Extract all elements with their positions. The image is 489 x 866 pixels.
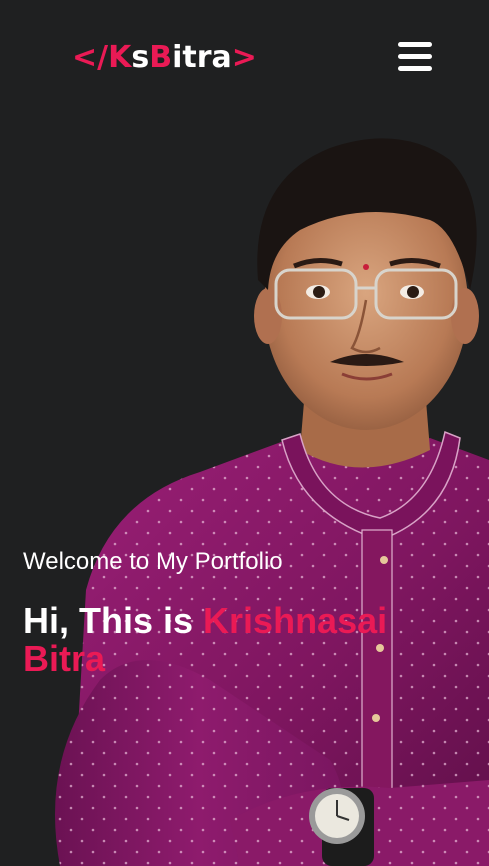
welcome-text: Welcome to My Portfolio [23,548,283,575]
hamburger-menu-icon[interactable] [398,42,434,72]
menu-bar-top [398,42,432,47]
logo-open-bracket: </ [72,40,109,75]
site-header: </KsBitra> [0,0,489,116]
hero-section: Welcome to My Portfolio Hi, This is Kris… [23,546,463,678]
logo-letter-k: K [108,40,132,75]
menu-bar-middle [398,54,432,59]
profile-photo [55,138,489,866]
logo-close-bracket: > [231,40,257,75]
logo-letter-b: B [149,40,173,75]
logo-letter-s: s [131,40,150,75]
greeting-text: Hi, This is [23,600,204,641]
hero-headline: Hi, This is Krishnasai Bitra [23,602,463,678]
logo-rest: itra [172,40,232,75]
portfolio-page: </KsBitra> Welcome to My Portfolio Hi, T… [0,0,489,866]
menu-bar-bottom [398,66,432,71]
site-logo[interactable]: </KsBitra> [72,38,257,78]
